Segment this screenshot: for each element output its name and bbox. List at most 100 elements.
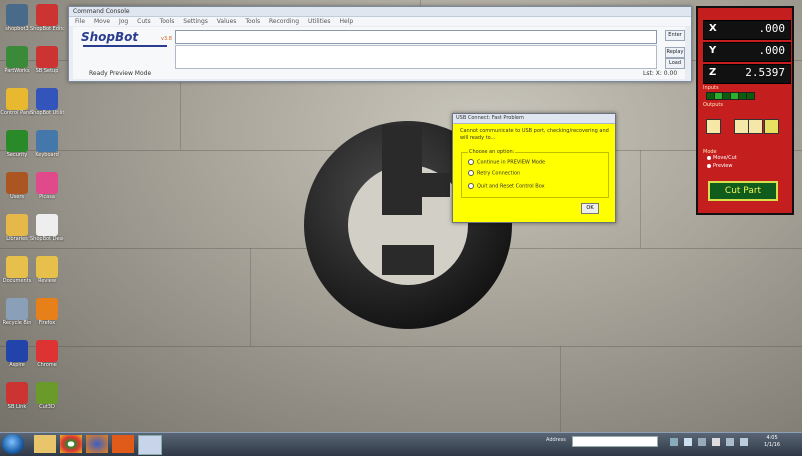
tray-battery-icon[interactable] [726,438,734,446]
tray-wifi-icon[interactable] [740,438,748,446]
y-axis-label: Y [709,45,717,56]
desktop-icon[interactable]: Cut3D [33,382,61,410]
desktop-icon-label: SB Setup [35,68,59,74]
status-text: Ready Preview Mode [89,70,152,77]
app-icon [6,88,28,110]
menu-tools[interactable]: Tools [160,18,175,25]
app-icon [36,172,58,194]
app-icon [36,46,58,68]
app-icon [36,214,58,236]
dialog-message: Cannot communicate to USB port, checking… [460,128,609,141]
shopbot-taskbar-icon[interactable] [138,435,162,455]
desktop-icon-label: Firefox [38,320,56,326]
desktop-icon[interactable]: ShopBot Designer [30,214,64,242]
menu-cuts[interactable]: Cuts [137,18,150,25]
cut-part-button[interactable]: Cut Part [708,181,778,201]
system-clock[interactable]: 4:05 1/1/16 [764,435,780,449]
replay-button[interactable]: Replay [665,47,685,58]
app-icon [6,172,28,194]
mode-option-label: Move/Cut [713,155,737,161]
option-retry[interactable]: Retry Connection [468,170,520,177]
tray-volume-icon[interactable] [712,438,720,446]
status-position: Lst: X: 0.00 [643,70,678,77]
app-icon [36,340,58,362]
desktop-icon[interactable]: Picasa [33,172,61,200]
desktop-icon-label: PartWorks [4,68,30,74]
console-titlebar: Command Console [69,7,691,17]
desktop-icon-label: ShopBot Designer [30,236,64,242]
desktop-icon[interactable]: Users [3,172,31,200]
app-icon [6,382,28,404]
option-label: Quit and Reset Control Box [477,183,545,190]
explorer-icon[interactable] [34,435,56,453]
tray-usb-icon[interactable] [698,438,706,446]
x-axis-label: X [709,23,717,34]
mode-preview-radio[interactable]: Preview [707,163,732,169]
desktop-icon[interactable]: ShopBot Editor [30,4,64,32]
y-axis-value: .000 [758,44,786,57]
command-history[interactable] [175,45,657,69]
menu-recording[interactable]: Recording [269,18,299,25]
clock-time: 4:05 [766,435,778,441]
menu-tools-2[interactable]: Tools [245,18,260,25]
desktop-icon[interactable]: Control Panel [0,88,34,116]
desktop-icon[interactable]: ShopBot Utilities [30,88,64,116]
desktop-icon[interactable]: Chrome [33,340,61,368]
app-icon [36,298,58,320]
desktop-icon[interactable]: Aspire [3,340,31,368]
desktop-icon-label: Keyboard [35,152,59,158]
start-button[interactable] [2,434,24,454]
usb-problem-dialog[interactable]: USB Connect: Fast Problem Cannot communi… [452,113,616,223]
desktop-icon[interactable]: Libraries [3,214,31,242]
menu-file[interactable]: File [75,18,85,25]
menu-jog[interactable]: Jog [119,18,128,25]
desktop-icon[interactable]: Review [33,256,61,284]
output-spindle-icon[interactable] [706,119,721,134]
desktop-icon[interactable]: SB Link [3,382,31,410]
output-switch-icon[interactable] [748,119,763,134]
app-icon [6,256,28,278]
command-input[interactable] [175,30,657,44]
tray-flag-icon[interactable] [670,438,678,446]
app-icon [36,256,58,278]
y-axis-readout: Y .000 [703,42,791,62]
desktop-icon[interactable]: PartWorks [3,46,31,74]
mode-move-cut-radio[interactable]: Move/Cut [707,155,737,161]
menu-settings[interactable]: Settings [183,18,208,25]
output-switch-icon[interactable] [734,119,749,134]
firefox-icon[interactable] [86,435,108,453]
enter-button[interactable]: Enter [665,30,685,41]
menu-help[interactable]: Help [339,18,353,25]
z-axis-label: Z [709,67,717,78]
tray-network-icon[interactable] [684,438,692,446]
desktop-icon-label: Review [38,278,56,284]
position-readout-panel[interactable]: X .000 Y .000 Z 2.5397 Inputs Outputs Mo… [696,6,794,215]
desktop-icon-label: Control Panel [0,110,34,116]
menu-move[interactable]: Move [94,18,110,25]
menu-utilities[interactable]: Utilities [308,18,331,25]
shopbot-version: v3.8 [161,36,172,42]
console-menubar: File Move Jog Cuts Tools Settings Values… [69,17,691,26]
desktop-icon[interactable]: shopbot3 [3,4,31,32]
chrome-icon[interactable] [60,435,82,453]
mi-app-icon[interactable] [112,435,134,453]
app-icon [36,88,58,110]
desktop-icon[interactable]: SB Setup [33,46,61,74]
console-status-bar: Ready Preview Mode Lst: X: 0.00 [77,69,681,78]
option-preview-mode[interactable]: Continue in PREVIEW Mode [468,159,545,166]
load-button[interactable]: Load [665,58,685,69]
desktop-icon[interactable]: Security [3,130,31,158]
desktop-icon[interactable]: Documents [3,256,31,284]
mode-option-label: Preview [713,163,733,169]
desktop-icon[interactable]: Firefox [33,298,61,326]
desktop-icon[interactable]: Recycle Bin [3,298,31,326]
ok-button[interactable]: OK [581,203,599,214]
menu-values[interactable]: Values [217,18,237,25]
output-switch-icon[interactable] [764,119,779,134]
option-quit-reset[interactable]: Quit and Reset Control Box [468,183,545,190]
app-icon [6,298,28,320]
address-toolbar-input[interactable] [572,436,658,447]
desktop-icon[interactable]: Keyboard [33,130,61,158]
radio-icon [707,155,711,160]
command-console-window[interactable]: Command Console File Move Jog Cuts Tools… [68,6,692,82]
